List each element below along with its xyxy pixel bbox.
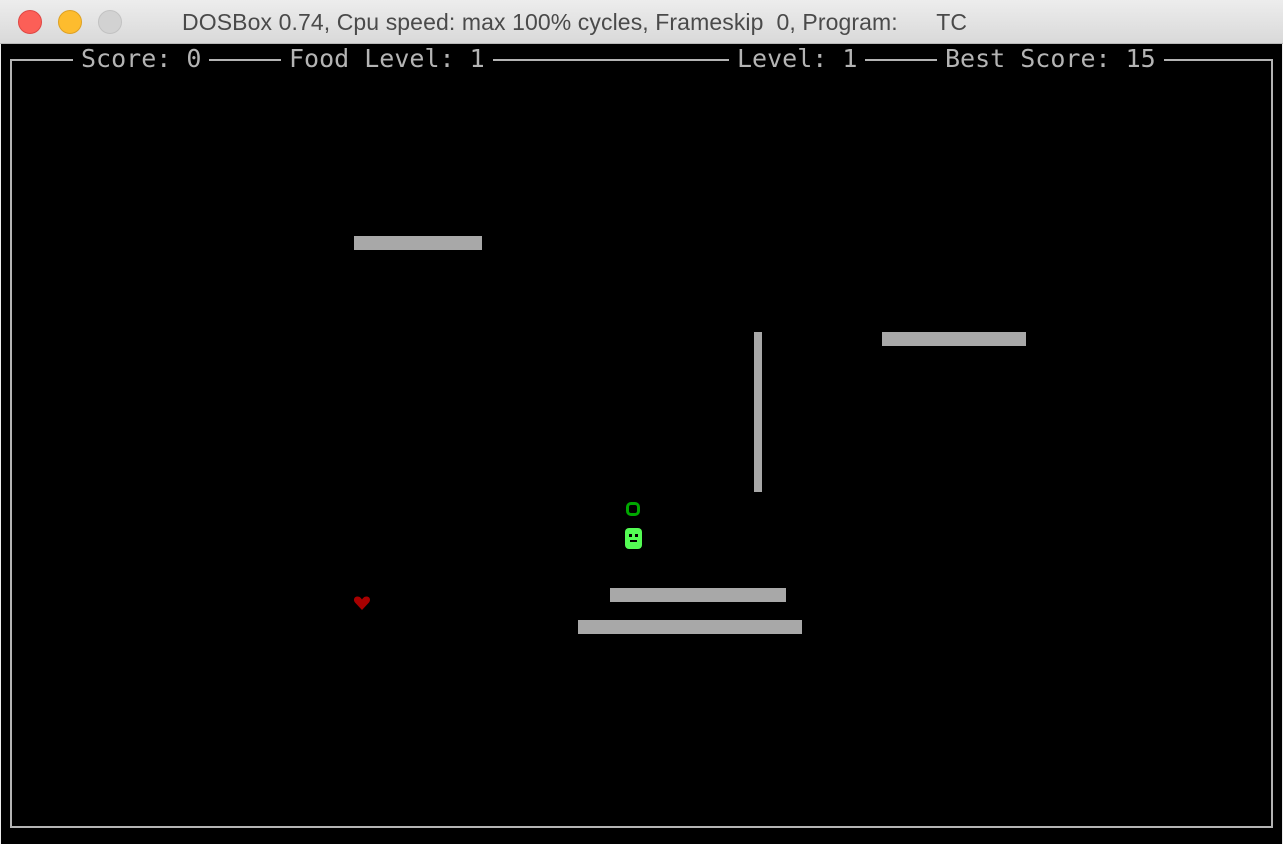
mouth: [630, 540, 637, 542]
food-heart-icon: [353, 596, 371, 610]
snake-head-smiley-face-icon: [625, 528, 642, 549]
best-score-label: Best Score: 15: [937, 44, 1164, 74]
dosbox-window: DOSBox 0.74, Cpu speed: max 100% cycles,…: [0, 0, 1283, 844]
zoom-button[interactable]: [98, 10, 122, 34]
score-label: Score: 0: [73, 44, 210, 74]
title-bar[interactable]: DOSBox 0.74, Cpu speed: max 100% cycles,…: [0, 0, 1283, 44]
food-level-label: Food Level: 1: [281, 44, 493, 74]
left-eye: [629, 534, 632, 537]
right-eye: [635, 534, 638, 537]
level-label: Level: 1: [729, 44, 866, 74]
minimize-button[interactable]: [58, 10, 82, 34]
close-button[interactable]: [18, 10, 42, 34]
window-title: DOSBox 0.74, Cpu speed: max 100% cycles,…: [182, 9, 968, 35]
wall-horizontal-bottom-lower: [578, 620, 802, 634]
wall-horizontal-top-right: [882, 332, 1026, 346]
game-screen[interactable]: Score: 0 Food Level: 1 Level: 1 Best Sco…: [1, 44, 1282, 844]
wall-horizontal-top-left: [354, 236, 482, 250]
wall-horizontal-bottom-upper: [610, 588, 786, 602]
wall-vertical-center: [754, 332, 762, 492]
playfield-border: [10, 59, 1273, 828]
snake-body-ring-icon: [626, 502, 640, 516]
